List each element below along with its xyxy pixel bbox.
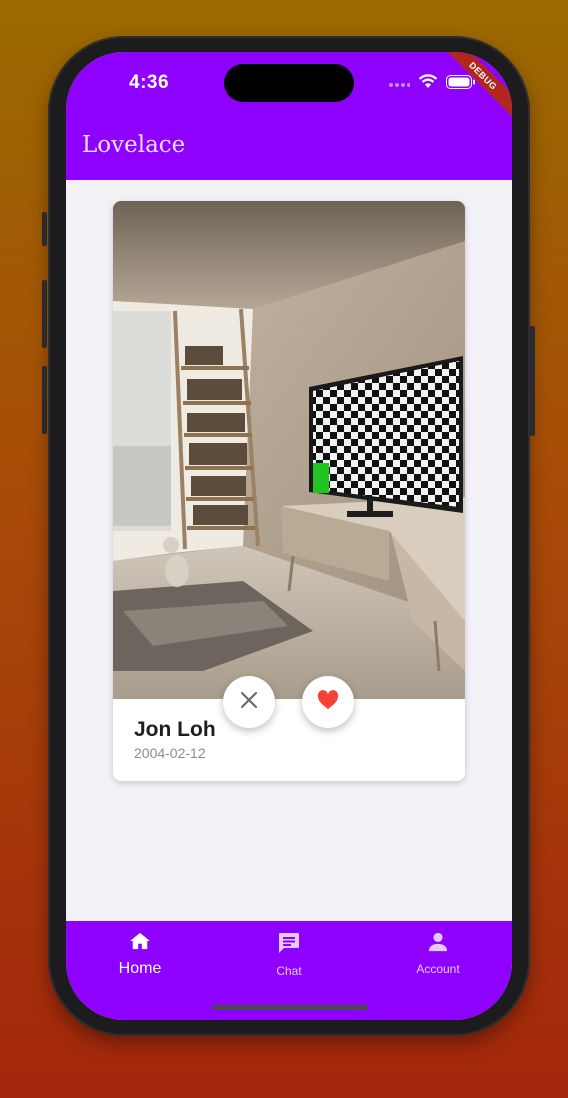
battery-icon (446, 74, 476, 94)
chat-icon (229, 931, 349, 960)
profile-name: Jon Loh (134, 718, 216, 741)
profile-info: Jon Loh 2004-02-12 (113, 699, 465, 781)
volume-down-button (42, 366, 47, 434)
dynamic-island (224, 64, 354, 102)
nav-label-chat: Chat (276, 964, 302, 978)
app-bar: 4:36 DEBUG Lovelace (66, 52, 512, 180)
like-button[interactable] (302, 676, 354, 728)
nav-item-chat[interactable]: Chat (229, 931, 349, 978)
person-icon (378, 931, 498, 958)
home-indicator (212, 1005, 368, 1010)
signal-dots-icon (388, 75, 411, 93)
bottom-navigation: Home Chat Account (66, 921, 512, 1020)
wifi-icon (418, 74, 438, 94)
home-icon (80, 931, 200, 956)
dislike-button[interactable] (223, 676, 275, 728)
profile-photo (113, 201, 465, 699)
nav-label-account: Account (416, 962, 460, 976)
app-title: Lovelace (82, 132, 186, 158)
side-button (42, 212, 47, 246)
nav-item-home[interactable]: Home (80, 931, 200, 978)
profile-card[interactable]: Jon Loh 2004-02-12 (113, 201, 465, 781)
volume-up-button (42, 280, 47, 348)
heart-icon (317, 689, 339, 715)
profile-birthdate: 2004-02-12 (134, 745, 206, 761)
nav-label-home: Home (118, 960, 162, 977)
app-screen: 4:36 DEBUG Lovelace Jon Loh 2004-02-12 H… (66, 52, 512, 1020)
status-icons (388, 74, 476, 94)
close-icon (240, 691, 258, 714)
power-button (530, 326, 535, 436)
status-time: 4:36 (129, 72, 170, 93)
nav-item-account[interactable]: Account (378, 931, 498, 976)
